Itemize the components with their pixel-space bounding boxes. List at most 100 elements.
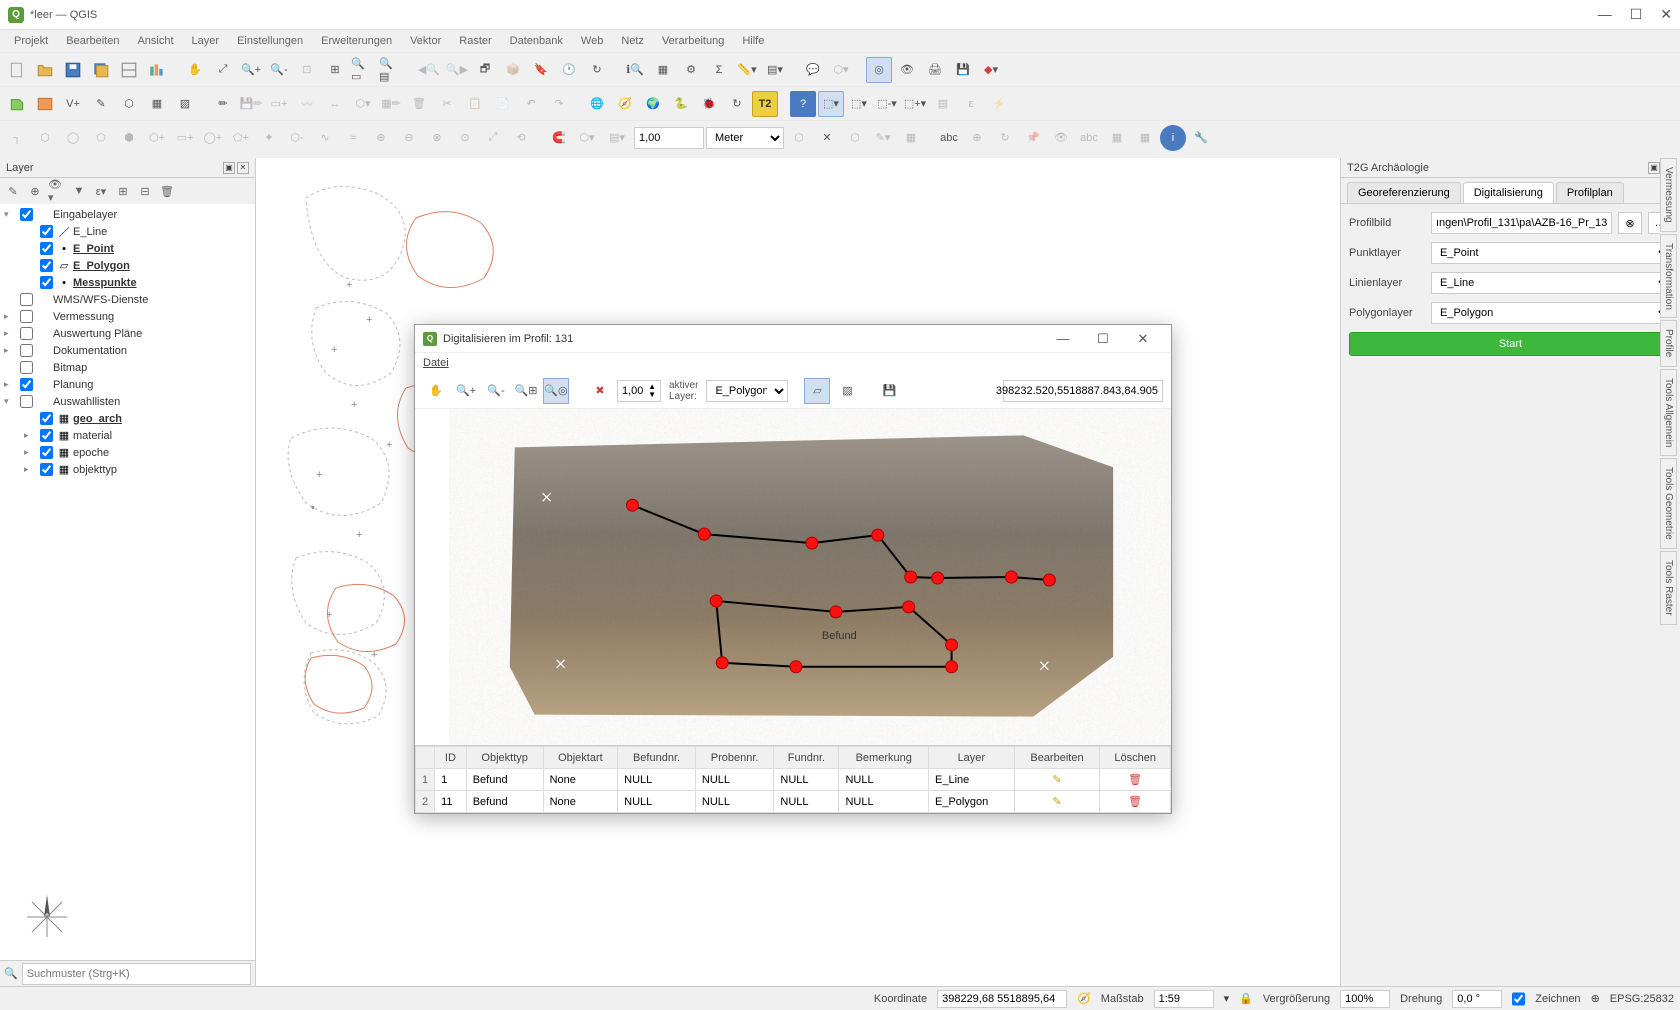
pan-to-selection-button[interactable]: ⤢ <box>210 57 236 83</box>
layer-tree[interactable]: ▾Eingabelayer／E_Line•E_Point▱E_Polygon•M… <box>0 204 255 880</box>
delete-row-button[interactable]: 🗑 <box>1100 791 1171 813</box>
print-button[interactable]: 🖨 <box>922 57 948 83</box>
layer-checkbox[interactable] <box>20 310 33 323</box>
punktlayer-select[interactable]: E_Point <box>1431 242 1672 264</box>
temporal-button[interactable]: 🕐 <box>556 57 582 83</box>
layer-row-vermessung[interactable]: ▸Vermessung <box>0 308 255 325</box>
save-as-button[interactable] <box>88 57 114 83</box>
table-row[interactable]: 11BefundNoneNULLNULLNULLNULLE_Line✎🗑 <box>416 769 1171 791</box>
new-spatialite-button[interactable]: ✎ <box>88 91 114 117</box>
layer-row-material[interactable]: ▸▦material <box>0 427 255 444</box>
dialog-titlebar[interactable]: Q Digitalisieren im Profil: 131 — ☐ ✕ <box>415 325 1171 353</box>
layer-row-eingabelayer[interactable]: ▾Eingabelayer <box>0 206 255 223</box>
menu-datenbank[interactable]: Datenbank <box>502 33 571 49</box>
plugin-2-button[interactable]: 🧭 <box>612 91 638 117</box>
toggle-render-button[interactable]: ◎ <box>866 57 892 83</box>
layer-checkbox[interactable] <box>20 361 33 374</box>
dialog-spin-input[interactable]: 1,00▲▼ <box>617 380 661 402</box>
layer-checkbox[interactable] <box>40 429 53 442</box>
layer-row-e-line[interactable]: ／E_Line <box>0 223 255 240</box>
epsg-button[interactable]: EPSG:25832 <box>1610 993 1674 1005</box>
edit-row-button[interactable]: ✎ <box>1014 769 1100 791</box>
dialog-canvas[interactable]: Befund <box>415 409 1171 745</box>
layer-row-bitmap[interactable]: Bitmap <box>0 359 255 376</box>
export-button[interactable]: 💾 <box>950 57 976 83</box>
layer-checkbox[interactable] <box>40 242 53 255</box>
table-row[interactable]: 211BefundNoneNULLNULLNULLNULLE_Polygon✎🗑 <box>416 791 1171 813</box>
measure-area-button[interactable]: ▤▾ <box>762 57 788 83</box>
help-button[interactable]: ? <box>790 91 816 117</box>
massstab-input[interactable] <box>1154 990 1214 1008</box>
layer-row-wms-wfs-dienste[interactable]: WMS/WFS-Dienste <box>0 291 255 308</box>
window-minimize[interactable]: — <box>1598 6 1612 23</box>
layer-checkbox[interactable] <box>40 276 53 289</box>
debug-button[interactable]: 🐞 <box>696 91 722 117</box>
open-attr-table-button[interactable]: ▦ <box>650 57 676 83</box>
zoom-layer-button[interactable]: 🔍▤ <box>378 57 404 83</box>
snap-tolerance-input[interactable] <box>634 127 704 149</box>
menu-projekt[interactable]: Projekt <box>6 33 56 49</box>
dialog-close[interactable]: ✕ <box>1123 325 1163 353</box>
layer-checkbox[interactable] <box>20 327 33 340</box>
new-memory-button[interactable]: ▦ <box>144 91 170 117</box>
dialog-zoom-out-button[interactable]: 🔍- <box>483 378 509 404</box>
new-geopackage-button[interactable] <box>32 91 58 117</box>
snap-unit-select[interactable]: Meter <box>706 127 784 149</box>
preview-button[interactable]: 👁 <box>894 57 920 83</box>
measure-button[interactable]: 📏▾ <box>734 57 760 83</box>
window-close[interactable]: ✕ <box>1660 6 1672 23</box>
dialog-zoom-full-button[interactable]: 🔍⊞ <box>513 378 539 404</box>
layer-row-messpunkte[interactable]: •Messpunkte <box>0 274 255 291</box>
plugin-1-button[interactable]: 🌐 <box>584 91 610 117</box>
layer-filter-button[interactable]: ▼ <box>70 182 88 200</box>
vtab-vermessung[interactable]: Vermessung <box>1660 158 1677 232</box>
label-button[interactable]: abc <box>936 125 962 151</box>
layer-row-e-polygon[interactable]: ▱E_Polygon <box>0 257 255 274</box>
locator-input[interactable] <box>22 963 251 985</box>
menu-bearbeiten[interactable]: Bearbeiten <box>58 33 127 49</box>
drehung-input[interactable] <box>1452 990 1502 1008</box>
tab-profilplan[interactable]: Profilplan <box>1556 182 1624 203</box>
start-button[interactable]: Start <box>1349 332 1672 356</box>
menu-raster[interactable]: Raster <box>451 33 499 49</box>
layer-row-e-point[interactable]: •E_Point <box>0 240 255 257</box>
menu-layer[interactable]: Layer <box>184 33 228 49</box>
deselect-button[interactable]: ⬚-▾ <box>874 91 900 117</box>
layer-style-button[interactable]: ✎ <box>4 182 22 200</box>
decorations-button[interactable]: ◆▾ <box>978 57 1004 83</box>
dialog-menu-datei[interactable]: Datei <box>423 357 449 369</box>
select-all-button[interactable]: ⬚+▾ <box>902 91 928 117</box>
profilbild-clear-button[interactable]: ⊗ <box>1618 212 1642 234</box>
dialog-save-button[interactable]: 💾 <box>876 378 902 404</box>
dialog-zoom-in-button[interactable]: 🔍+ <box>453 378 479 404</box>
new-mesh-button[interactable]: ▨ <box>172 91 198 117</box>
layer-checkbox[interactable] <box>20 293 33 306</box>
refresh-button[interactable]: ↻ <box>584 57 610 83</box>
map-tips-button[interactable]: 💬 <box>800 57 826 83</box>
layer-checkbox[interactable] <box>20 344 33 357</box>
layer-checkbox[interactable] <box>20 395 33 408</box>
linienlayer-select[interactable]: E_Line <box>1431 272 1672 294</box>
save-project-button[interactable] <box>60 57 86 83</box>
vtab-transformation[interactable]: Transformation <box>1660 234 1677 319</box>
layer-add-group-button[interactable]: ⊕ <box>26 182 44 200</box>
vtab-tools-geometrie[interactable]: Tools Geometrie <box>1660 458 1677 549</box>
menu-ansicht[interactable]: Ansicht <box>129 33 181 49</box>
menu-verarbeitung[interactable]: Verarbeitung <box>654 33 732 49</box>
layer-row-planung[interactable]: ▸Planung <box>0 376 255 393</box>
tab-georeferenzierung[interactable]: Georeferenzierung <box>1347 182 1461 203</box>
edit-row-button[interactable]: ✎ <box>1014 791 1100 813</box>
dialog-maximize[interactable]: ☐ <box>1083 325 1123 353</box>
dialog-pan-button[interactable]: ✋ <box>423 378 449 404</box>
dialog-delete-button[interactable]: ✖ <box>587 378 613 404</box>
active-layer-select[interactable]: E_Polygon <box>706 380 788 402</box>
dialog-edit-button[interactable]: ▨ <box>834 378 860 404</box>
new-map-view-button[interactable]: 🗗 <box>472 57 498 83</box>
polygonlayer-select[interactable]: E_Polygon <box>1431 302 1672 324</box>
pan-button[interactable]: ✋ <box>182 57 208 83</box>
layer-checkbox[interactable] <box>40 412 53 425</box>
zoom-selection-button[interactable]: 🔍▭ <box>350 57 376 83</box>
layer-checkbox[interactable] <box>40 446 53 459</box>
layer-row-geo-arch[interactable]: ▦geo_arch <box>0 410 255 427</box>
right-panel-float-button[interactable]: ▣ <box>1648 162 1660 174</box>
